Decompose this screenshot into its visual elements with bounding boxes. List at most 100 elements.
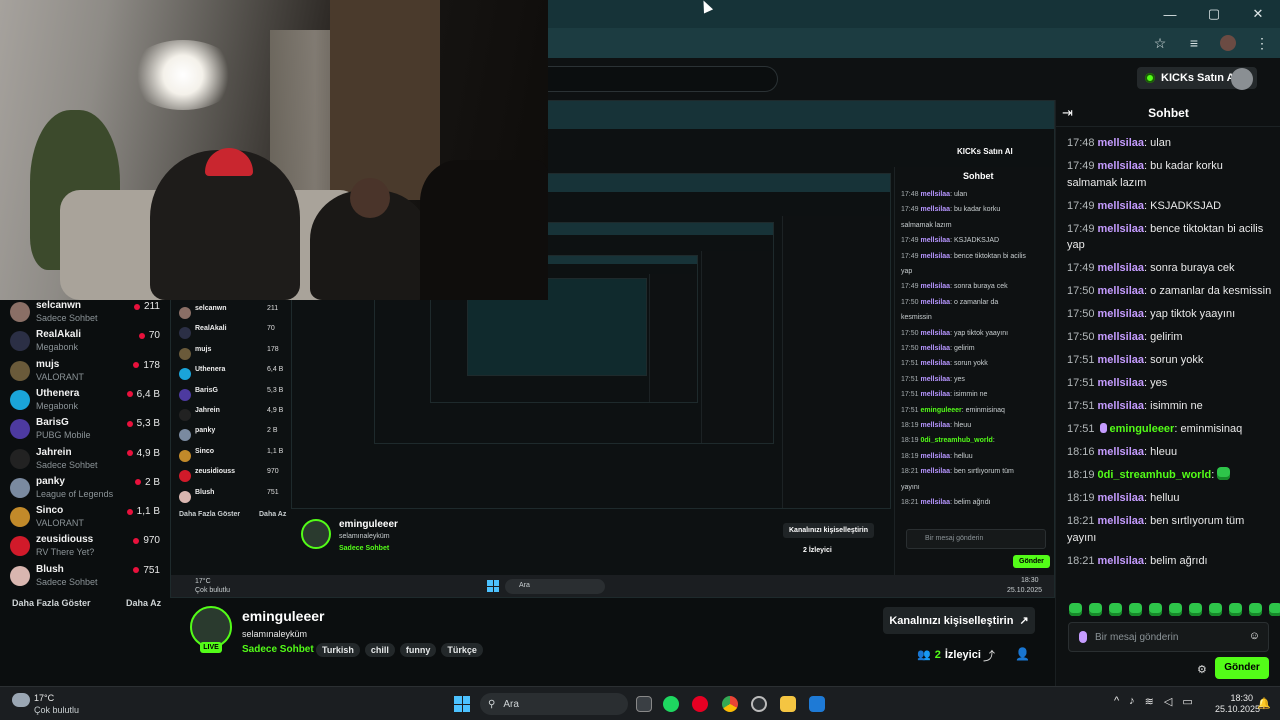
show-more-link[interactable]: Daha Fazla Göster <box>12 598 91 608</box>
user-avatar[interactable] <box>1231 68 1253 90</box>
emote-icon[interactable] <box>1249 603 1262 616</box>
emote-icon[interactable] <box>1229 603 1242 616</box>
chat-username[interactable]: 0di_streamhub_world <box>1098 469 1212 481</box>
emote-icon[interactable] <box>1209 603 1222 616</box>
chat-username[interactable]: mellsilaa <box>1098 308 1144 320</box>
chat-time: 17:50 <box>1067 331 1095 343</box>
streamer-name[interactable]: eminguleeer <box>242 608 324 624</box>
channel-viewer-count: 178 <box>143 359 160 371</box>
share-icon[interactable]: ⤴ <box>983 647 995 664</box>
chat-input[interactable] <box>1095 623 1245 651</box>
mirror-chat-time: 17:50 <box>901 345 919 352</box>
file-explorer-icon[interactable] <box>780 696 796 712</box>
chat-username[interactable]: mellsilaa <box>1098 492 1144 504</box>
sidebar-channel-item[interactable]: zeusidiouss RV There Yet? 970 <box>10 534 160 562</box>
chat-username[interactable]: mellsilaa <box>1098 555 1144 567</box>
send-button[interactable]: Gönder <box>1215 657 1269 679</box>
chat-username[interactable]: mellsilaa <box>1098 377 1144 389</box>
volume-icon[interactable]: ◁ <box>1164 695 1172 708</box>
chat-panel: ⇥ Sohbet 17:48 mellsilaa: ulan 17:49 mellsi… <box>1055 100 1280 686</box>
chat-username[interactable]: mellsilaa <box>1098 354 1144 366</box>
chat-message: 17:50 mellsilaa: o zamanlar da kesmissin <box>1067 283 1272 300</box>
photos-icon[interactable] <box>809 696 825 712</box>
sidebar-channel-item[interactable]: mujs VALORANT 178 <box>10 359 160 387</box>
chat-username[interactable]: mellsilaa <box>1098 137 1144 149</box>
notification-icon[interactable]: 🔔 <box>1257 697 1271 710</box>
weather-desc[interactable]: Çok bulutlu <box>34 705 79 715</box>
chat-username[interactable]: mellsilaa <box>1098 331 1144 343</box>
sidebar-channel-item[interactable]: panky League of Legends 2 B <box>10 476 160 504</box>
weather-temp[interactable]: 17°C <box>34 693 54 703</box>
sidebar-channel-item[interactable]: Sinco VALORANT 1,1 B <box>10 505 160 533</box>
mirror-chat-time: 18:19 <box>901 452 919 460</box>
battery-icon[interactable]: ▭ <box>1182 695 1192 708</box>
pinterest-icon[interactable] <box>692 696 708 712</box>
sidebar-channel-item[interactable]: RealAkali Megabonk 70 <box>10 329 160 357</box>
chat-username[interactable]: mellsilaa <box>1098 515 1144 527</box>
emote-icon[interactable] <box>1169 603 1182 616</box>
media-control-icon[interactable]: ≡ <box>1184 33 1204 53</box>
tag[interactable]: funny <box>399 643 437 657</box>
wifi-icon[interactable]: ≋ <box>1145 695 1154 708</box>
chat-username[interactable]: mellsilaa <box>1098 223 1144 235</box>
gear-icon[interactable]: ⚙ <box>1197 663 1207 676</box>
customize-channel-button[interactable]: Kanalınızı kişiselleştirin ↗ <box>883 607 1035 634</box>
kebab-menu-icon[interactable]: ⋮ <box>1252 33 1272 53</box>
follow-user-icon[interactable]: 👤 <box>1015 647 1030 661</box>
mic-icon[interactable] <box>1079 631 1087 643</box>
emote-icon[interactable] <box>1089 603 1102 616</box>
emote-icon[interactable] <box>1189 603 1202 616</box>
mirror-streamer: eminguleeer <box>339 519 398 530</box>
mirror-chat-text: ben sırtlıyorum tüm <box>953 468 1014 476</box>
search-input[interactable]: ra <box>530 66 778 92</box>
chat-username[interactable]: mellsilaa <box>1098 446 1144 458</box>
stream-category[interactable]: Sadece Sohbet <box>242 644 314 655</box>
task-view-icon[interactable] <box>636 696 652 712</box>
sidebar-channel-item[interactable]: Uthenera Megabonk 6,4 B <box>10 388 160 416</box>
emote-icon[interactable] <box>1129 603 1142 616</box>
sidebar-channel-item[interactable]: Blush Sadece Sohbet 751 <box>10 564 160 592</box>
chat-username[interactable]: eminguleeer <box>1110 423 1175 435</box>
chat-username[interactable]: mellsilaa <box>1098 262 1144 274</box>
steam-icon[interactable] <box>751 696 767 712</box>
tag[interactable]: Türkçe <box>441 643 483 657</box>
chat-username[interactable]: mellsilaa <box>1098 160 1144 172</box>
clock[interactable]: 18:30 25.10.2025 <box>1215 693 1260 715</box>
sidebar-channel-item[interactable]: Jahrein Sadece Sohbet 4,9 B <box>10 447 160 475</box>
emote-icon[interactable] <box>1269 603 1280 616</box>
windows-start-icon[interactable] <box>454 696 470 712</box>
mirror-chat-time: 18:19 <box>901 422 919 429</box>
star-icon[interactable]: ☆ <box>1150 33 1170 53</box>
cloud-icon[interactable] <box>12 693 30 707</box>
tag[interactable]: chill <box>364 643 395 657</box>
chat-username[interactable]: mellsilaa <box>1098 400 1144 412</box>
live-badge: LIVE <box>200 642 222 653</box>
emote-icon[interactable] <box>1109 603 1122 616</box>
mirror-channel-name: Uthenera <box>195 366 226 374</box>
show-less-link[interactable]: Daha Az <box>126 598 161 608</box>
profile-icon[interactable] <box>1218 33 1238 53</box>
chat-text: o zamanlar da kesmissin <box>1150 285 1272 297</box>
chevron-up-icon[interactable]: ^ <box>1114 695 1119 708</box>
mirror-chat-user: mellsilaa <box>920 360 951 368</box>
spotify-icon[interactable] <box>663 696 679 712</box>
sidebar-channel-item[interactable]: selcanwn Sadece Sohbet 211 <box>10 300 160 328</box>
chat-username[interactable]: mellsilaa <box>1098 200 1144 212</box>
emoji-icon[interactable]: ☺ <box>1249 630 1260 642</box>
channel-category: Sadece Sohbet <box>36 576 98 587</box>
close-button[interactable]: ✕ <box>1236 0 1280 28</box>
chrome-icon[interactable] <box>722 696 738 712</box>
chat-username[interactable]: mellsilaa <box>1098 285 1144 297</box>
maximize-button[interactable]: ▢ <box>1192 0 1236 28</box>
taskbar-search[interactable]: ⚲ Ara <box>480 693 628 715</box>
channel-category: League of Legends <box>36 488 114 499</box>
live-dot-icon <box>126 391 133 398</box>
emote-icon[interactable] <box>1069 603 1082 616</box>
emote-icon[interactable] <box>1149 603 1162 616</box>
microphone-icon[interactable]: ♪ <box>1129 695 1135 708</box>
mirror-chat-text: bu kadar korku <box>953 206 1001 214</box>
taskbar: 17°C Çok bulutlu ⚲ Ara ^ ♪ ≋ ◁ ▭ 18:30 2… <box>0 686 1280 720</box>
minimize-button[interactable]: — <box>1148 0 1192 28</box>
sidebar-channel-item[interactable]: BarisG PUBG Mobile 5,3 B <box>10 417 160 445</box>
tag[interactable]: Turkish <box>316 643 360 657</box>
